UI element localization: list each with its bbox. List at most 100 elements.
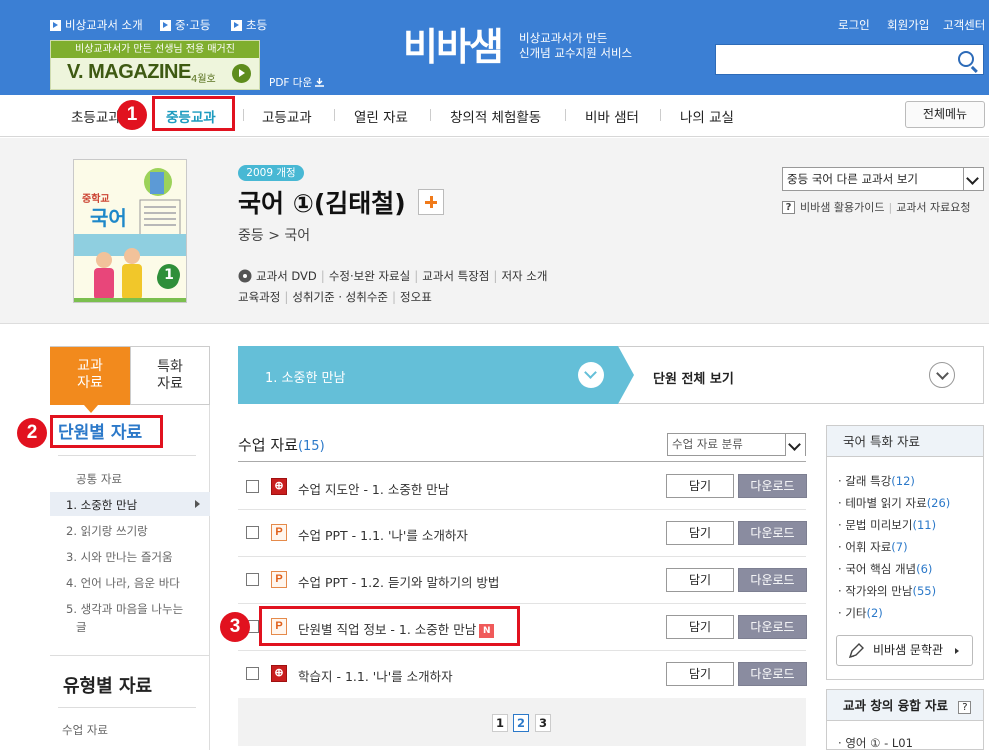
link-errata[interactable]: 정오표	[400, 289, 432, 305]
sidebar-item-unit-3[interactable]: 3. 시와 만나는 즐거움	[66, 549, 173, 565]
row-checkbox[interactable]	[246, 526, 259, 539]
link-curriculum[interactable]: 교육과정	[238, 289, 280, 305]
type-materials-heading[interactable]: 유형별 자료	[63, 672, 152, 698]
play-icon	[160, 19, 171, 31]
row-checkbox[interactable]	[246, 480, 259, 493]
link-author-intro[interactable]: 저자 소개	[501, 268, 547, 284]
textbook-links-row1: 교과서 DVD | 수정·보완 자료실 | 교과서 특장점 | 저자 소개	[238, 268, 547, 284]
sidebar-item-unit-5-cont[interactable]: 글	[76, 619, 87, 635]
textbook-cover[interactable]: 중학교 국어 1	[73, 159, 187, 303]
special-item[interactable]: · 갈래 특강(12)	[838, 473, 915, 489]
breadcrumb: 중등 > 국어	[238, 228, 311, 244]
row-checkbox[interactable]	[246, 667, 259, 680]
download-button[interactable]: 다운로드	[738, 521, 807, 545]
download-button[interactable]: 다운로드	[738, 568, 807, 592]
top-link-company[interactable]: 비상교과서 소개	[50, 17, 143, 33]
nav-creative-activities[interactable]: 창의적 체험활동	[450, 106, 541, 126]
tab-special-materials[interactable]: 특화 자료	[130, 346, 210, 405]
sidebar-divider	[50, 655, 210, 656]
save-button[interactable]: 담기	[666, 568, 734, 592]
site-header: 비상교과서 소개 중·고등 초등 비상교과서가 만든 선생님 전용 매거진 V.…	[0, 0, 989, 95]
row-divider	[238, 650, 806, 651]
special-materials-heading: 국어 특화 자료	[826, 425, 984, 457]
sidebar-type-item[interactable]: 수업 자료	[62, 722, 108, 738]
nav-divider	[334, 109, 335, 121]
customer-center-link[interactable]: 고객센터	[943, 17, 985, 33]
sidebar-item-unit-5[interactable]: 5. 생각과 마음을 나누는	[66, 601, 183, 617]
other-textbook-select[interactable]: 중등 국어 다른 교과서 보기	[782, 167, 984, 191]
materials-top-border	[238, 461, 806, 462]
download-button[interactable]: 다운로드	[738, 474, 807, 498]
signup-link[interactable]: 회원가입	[887, 17, 929, 33]
download-button[interactable]: 다운로드	[738, 662, 807, 686]
view-all-units[interactable]: 단원 전체 보기	[653, 368, 734, 387]
nav-viva-samter[interactable]: 비바 샘터	[585, 106, 639, 126]
revision-badge: 2009 개정	[238, 165, 304, 181]
nav-divider	[565, 109, 566, 121]
save-button[interactable]: 담기	[666, 615, 734, 639]
link-textbook-features[interactable]: 교과서 특장점	[422, 268, 489, 284]
special-item[interactable]: · 국어 핵심 개념(6)	[838, 561, 932, 577]
all-menu-button[interactable]: 전체메뉴	[905, 101, 985, 128]
nav-open-resources[interactable]: 열린 자료	[354, 106, 408, 126]
special-item[interactable]: · 테마별 읽기 자료(26)	[838, 495, 950, 511]
page-1[interactable]: 1	[492, 714, 508, 732]
nav-high[interactable]: 고등교과	[262, 106, 312, 126]
page-3[interactable]: 3	[535, 714, 551, 732]
materials-count: (15)	[297, 439, 325, 454]
chevron-down-icon[interactable]	[578, 362, 604, 388]
sidebar-item-unit-1[interactable]: 1. 소중한 만남	[66, 497, 137, 513]
vivasam-logo[interactable]: 비바샘	[403, 16, 504, 71]
step-badge-3: 3	[220, 612, 250, 642]
link-textbook-dvd[interactable]: 교과서 DVD	[256, 268, 317, 284]
magazine-banner[interactable]: 비상교과서가 만든 선생님 전용 매거진 V. MAGAZINE 4월호	[50, 40, 260, 90]
top-link-middle-high[interactable]: 중·고등	[160, 17, 210, 33]
nav-divider	[660, 109, 661, 121]
top-link-elementary[interactable]: 초등	[231, 17, 267, 33]
material-title[interactable]: 학습지 - 1.1. '나'를 소개하자	[298, 666, 453, 685]
link-revision-archive[interactable]: 수정·보완 자료실	[329, 268, 410, 284]
material-category-select[interactable]: 수업 자료 분류	[667, 433, 806, 456]
materials-title: 수업 자료(15)	[238, 436, 325, 454]
chevron-down-icon[interactable]	[929, 362, 955, 388]
link-achievement-standards[interactable]: 성취기준 · 성취수준	[292, 289, 388, 305]
current-unit-selector[interactable]: 1. 소중한 만남	[238, 346, 618, 404]
tab-textbook-materials[interactable]: 교과 자료	[50, 346, 130, 413]
material-title[interactable]: 수업 PPT - 1.1. '나'를 소개하자	[298, 525, 468, 544]
pdf-download-link[interactable]: PDF 다운	[269, 75, 325, 90]
help-icon: ?	[782, 200, 795, 214]
arrow-right-icon[interactable]	[232, 64, 251, 83]
login-link[interactable]: 로그인	[838, 17, 870, 33]
save-button[interactable]: 담기	[666, 662, 734, 686]
chevron-down-icon	[963, 168, 983, 190]
row-checkbox[interactable]	[246, 573, 259, 586]
search-input[interactable]	[715, 44, 984, 75]
highlight-box-1	[152, 96, 235, 131]
special-item[interactable]: · 작가와의 만남(55)	[838, 583, 936, 599]
plus-icon[interactable]	[418, 189, 444, 215]
save-button[interactable]: 담기	[666, 474, 734, 498]
link-request-material[interactable]: 교과서 자료요청	[896, 199, 970, 215]
material-title[interactable]: 수업 지도안 - 1. 소중한 만남	[298, 479, 449, 498]
save-button[interactable]: 담기	[666, 521, 734, 545]
download-button[interactable]: 다운로드	[738, 615, 807, 639]
nav-my-classroom[interactable]: 나의 교실	[680, 106, 734, 126]
textbook-title: 국어 ①(김태철)	[238, 189, 406, 218]
cover-number: 1	[158, 264, 180, 286]
page-2[interactable]: 2	[513, 714, 529, 732]
sidebar-item-unit-2[interactable]: 2. 읽기랑 쓰기랑	[66, 523, 148, 539]
sidebar-item-unit-4[interactable]: 4. 언어 나라, 음운 바다	[66, 575, 180, 591]
material-title[interactable]: 수업 PPT - 1.2. 듣기와 말하기의 방법	[298, 572, 499, 591]
help-icon[interactable]: ?	[958, 701, 972, 714]
special-item[interactable]: · 어휘 자료(7)	[838, 539, 908, 555]
magazine-title: V. MAGAZINE	[67, 61, 191, 83]
fusion-item[interactable]: · 영어 ① - L01	[838, 735, 913, 750]
pen-icon	[848, 643, 864, 659]
sidebar-item-common[interactable]: 공통 자료	[76, 471, 122, 487]
special-item[interactable]: · 기타(2)	[838, 605, 883, 621]
search-icon[interactable]	[958, 51, 974, 67]
nav-elementary[interactable]: 초등교과	[71, 106, 121, 126]
special-item[interactable]: · 문법 미리보기(11)	[838, 517, 936, 533]
link-usage-guide[interactable]: 비바샘 활용가이드	[800, 199, 884, 215]
magazine-caption: 비상교과서가 만든 선생님 전용 매거진	[51, 41, 259, 58]
